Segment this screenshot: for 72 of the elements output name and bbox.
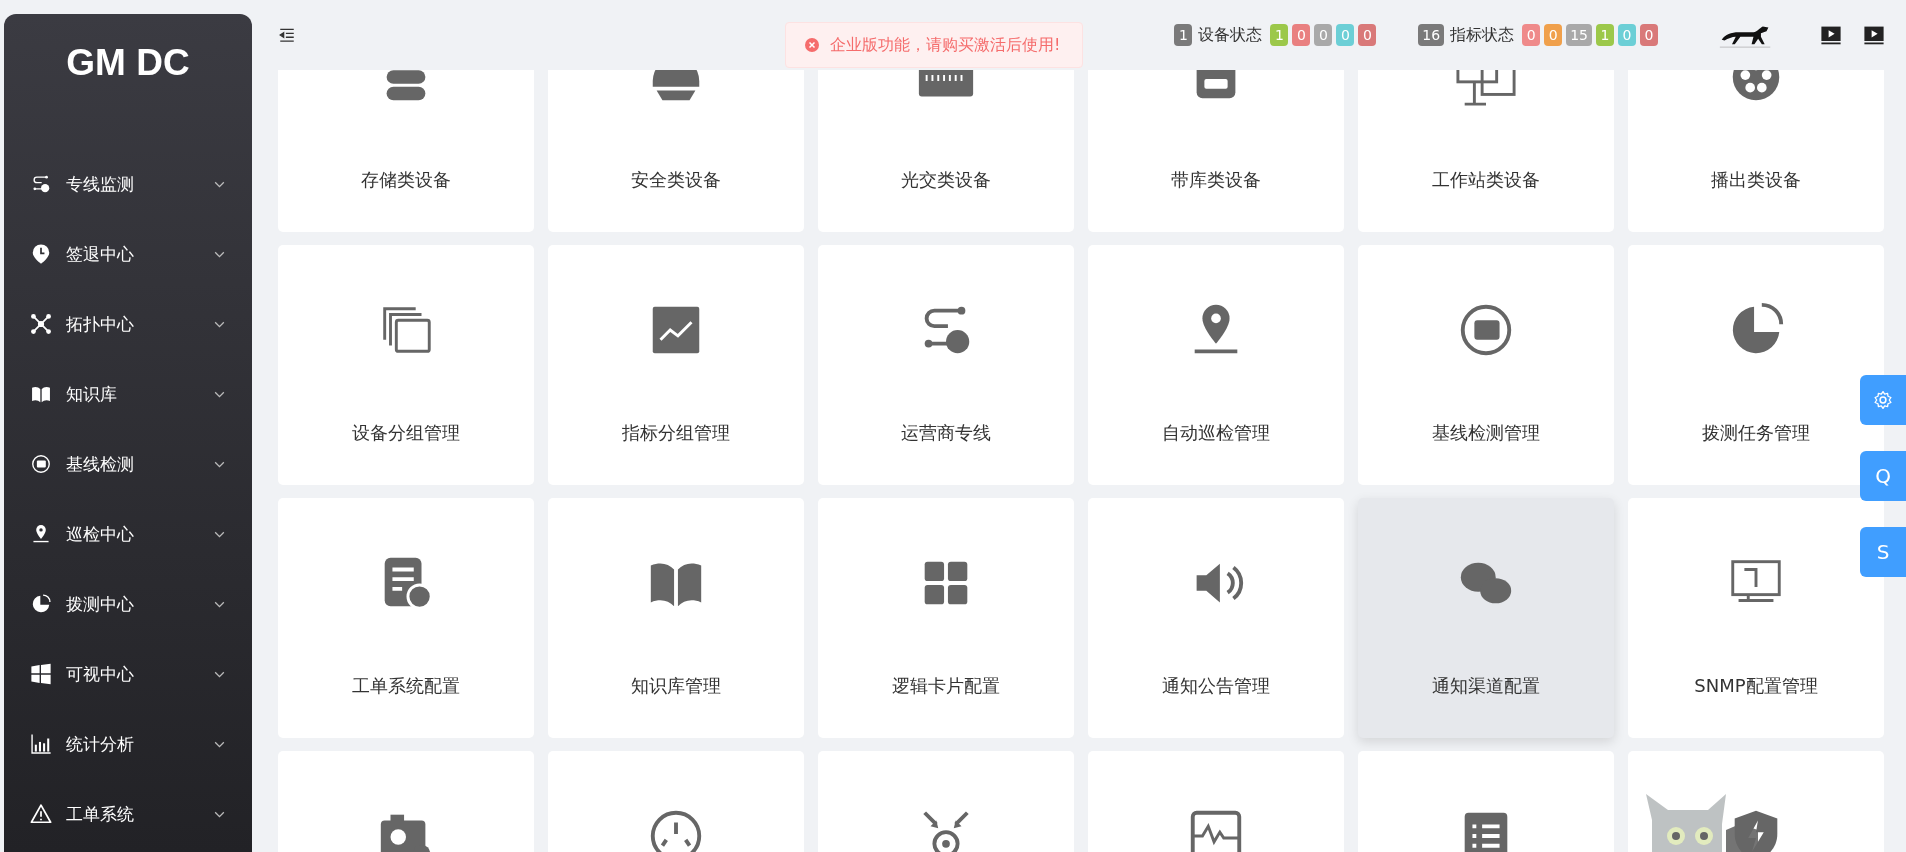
menu-fold-icon[interactable] [278,26,296,44]
card-title: 基线检测管理 [1432,421,1540,445]
feature-card[interactable]: 指标分组管理 [548,245,804,485]
toast-message: 企业版功能，请购买激活后使用! [830,34,1061,56]
feature-card[interactable]: 通知公告管理 [1088,498,1344,738]
status-badge: 0 [1640,24,1658,46]
card-title: SNMP配置管理 [1694,674,1818,698]
card-title: 拨测任务管理 [1702,421,1810,445]
error-icon [804,37,820,53]
settings-button[interactable] [1860,375,1906,425]
feature-card[interactable]: 知识库管理 [548,498,804,738]
card-title: 光交类设备 [901,168,991,192]
clock-pin-icon [30,243,52,265]
status-badge: 0 [1314,24,1333,46]
feature-card[interactable]: 存储类设备 [278,70,534,232]
settings-icon [1873,390,1893,410]
sidebar-item[interactable]: 可视中心 [4,639,252,709]
feature-card[interactable]: 光交类设备 [818,70,1074,232]
feature-card[interactable]: 工作站类设备 [1358,70,1614,232]
app-logo: GM DC [65,41,191,85]
card-title: 运营商专线 [901,421,991,445]
status-badge: 0 [1358,24,1377,46]
feature-card[interactable]: 带库类设备 [1088,70,1344,232]
count-badge: 1 [1174,24,1193,46]
card-title: 带库类设备 [1171,168,1261,192]
card-title: 逻辑卡片配置 [892,674,1000,698]
card-title: 存储类设备 [361,168,451,192]
card-title: 知识库管理 [631,674,721,698]
sidebar-item[interactable]: 专线监测 [4,149,252,219]
feature-card[interactable]: 安全类设备 [548,70,804,232]
sidebar-item[interactable]: 统计分析 [4,709,252,779]
sidebar-item[interactable]: 知识库 [4,359,252,429]
status-badge: 0 [1544,24,1563,46]
feature-card[interactable]: 播出类设备 [1628,70,1884,232]
feature-card[interactable]: 自动巡检管理 [1088,245,1344,485]
sidebar-item[interactable]: 基线检测 [4,429,252,499]
status-badge: 0 [1522,24,1541,46]
status-badge: 1 [1270,24,1289,46]
card-title: 设备分组管理 [352,421,460,445]
status-badge: 0 [1292,24,1311,46]
card-title: 安全类设备 [631,168,721,192]
feature-card[interactable]: 工单系统配置 [278,498,534,738]
feature-card[interactable]: 逻辑卡片配置 [818,498,1074,738]
sidebar-item[interactable]: 工单系统 [4,779,252,849]
sidebar-item[interactable]: 拨测中心 [4,569,252,639]
card-title: 指标分组管理 [622,421,730,445]
status-badge: 0 [1336,24,1355,46]
card-title: 自动巡检管理 [1162,421,1270,445]
status-badge: 15 [1566,24,1592,46]
card-title: 通知渠道配置 [1432,674,1540,698]
status-label: 设备状态 [1198,24,1263,46]
map-pin-icon [30,523,52,545]
sidebar-item[interactable]: 巡检中心 [4,499,252,569]
sidebar-item[interactable]: 拓扑中心 [4,289,252,359]
network-icon [30,313,52,335]
card-title: 工作站类设备 [1432,168,1540,192]
windows-icon [30,663,52,685]
feature-card[interactable]: 基线检测管理 [1358,245,1614,485]
card-title: 通知公告管理 [1162,674,1270,698]
status-label: 指标状态 [1450,24,1515,46]
route-icon [30,173,52,195]
feature-card[interactable]: 运营商专线 [818,245,1074,485]
warning-icon [30,803,52,825]
status-badge: 0 [1618,24,1636,46]
feature-card[interactable]: 设备分组管理 [278,245,534,485]
card-title: 播出类设备 [1711,168,1801,192]
bar-chart-icon [30,733,52,755]
feature-card[interactable]: 通知渠道配置 [1358,498,1614,738]
sidebar-item[interactable]: 签退中心 [4,219,252,289]
card-title: 工单系统配置 [352,674,460,698]
count-badge: 16 [1418,24,1445,46]
status-badge: 1 [1596,24,1614,46]
